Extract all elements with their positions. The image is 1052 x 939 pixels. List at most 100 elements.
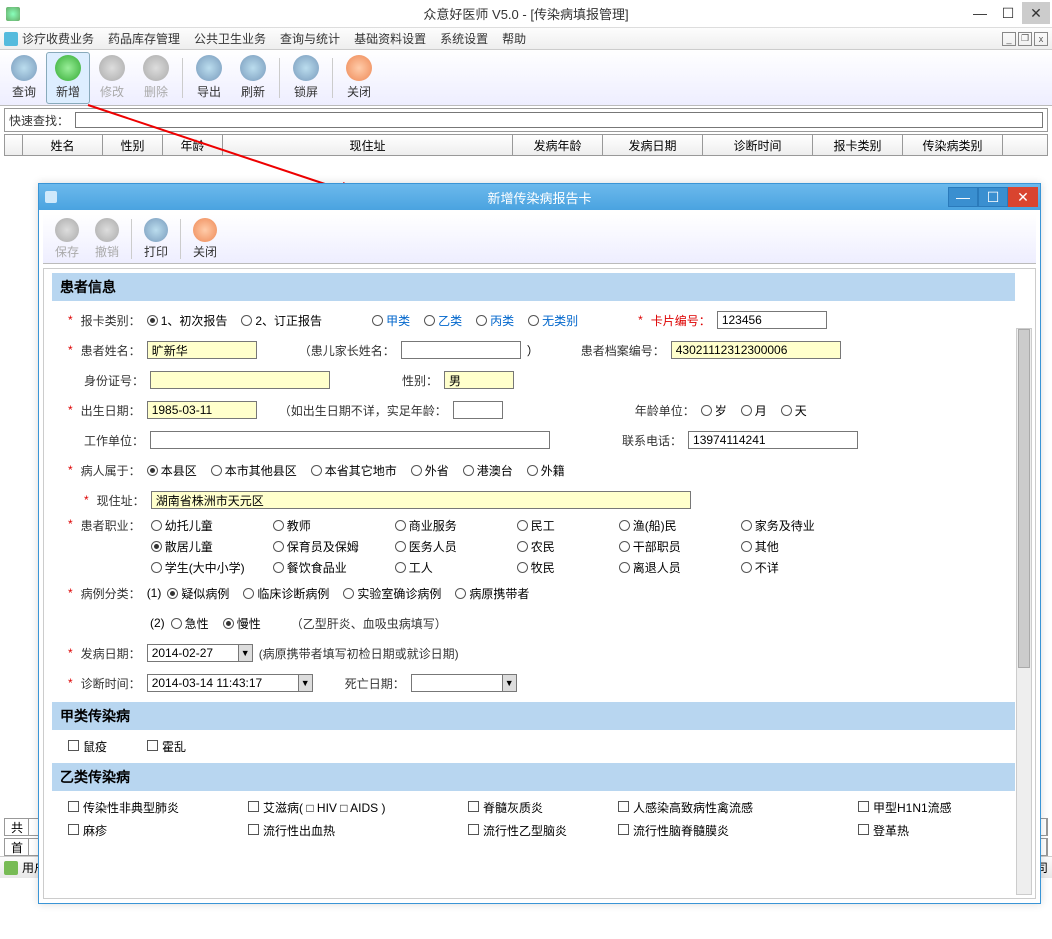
minimize-button[interactable]: — <box>966 2 994 24</box>
death-date-combo[interactable]: ▼ <box>411 674 517 692</box>
file-input[interactable] <box>671 341 841 359</box>
radio-job[interactable]: 离退人员 <box>619 559 721 576</box>
radio-revise-report[interactable]: 2、订正报告 <box>241 312 322 329</box>
chk-yi[interactable]: 流行性出血热 <box>248 822 448 839</box>
radio-cat-b[interactable]: 乙类 <box>424 312 462 329</box>
radio-job[interactable]: 商业服务 <box>395 517 497 534</box>
sex-input[interactable] <box>444 371 514 389</box>
radio-cat-a[interactable]: 甲类 <box>372 312 410 329</box>
radio-month[interactable]: 月 <box>741 402 767 419</box>
toolbar-add-button[interactable]: 新增 <box>46 52 90 104</box>
chk-yi[interactable]: 麻疹 <box>68 822 228 839</box>
radio-job[interactable]: 餐饮食品业 <box>273 559 375 576</box>
radio-job[interactable]: 工人 <box>395 559 497 576</box>
age-input[interactable] <box>453 401 503 419</box>
modal-min-button[interactable]: — <box>948 187 978 207</box>
chk-cholera[interactable]: 霍乱 <box>147 738 186 755</box>
parent-input[interactable] <box>401 341 521 359</box>
quick-search-input[interactable] <box>75 112 1043 128</box>
chk-yi[interactable]: 脊髓灰质炎 <box>468 799 598 816</box>
radio-acute[interactable]: 急性 <box>171 615 209 632</box>
radio-lab[interactable]: 实验室确诊病例 <box>343 585 441 602</box>
radio-local[interactable]: 本县区 <box>147 462 197 479</box>
toolbar-lock-button[interactable]: 锁屏 <box>284 52 328 104</box>
tel-input[interactable] <box>688 431 858 449</box>
menu-item[interactable]: 诊疗收费业务 <box>22 30 94 47</box>
workunit-input[interactable] <box>150 431 550 449</box>
column-header[interactable]: 发病日期 <box>603 135 703 155</box>
column-header[interactable]: 现住址 <box>223 135 513 155</box>
radio-cat-none[interactable]: 无类别 <box>528 312 578 329</box>
radio-day[interactable]: 天 <box>781 402 807 419</box>
radio-job[interactable]: 幼托儿童 <box>151 517 253 534</box>
chk-plague[interactable]: 鼠疫 <box>68 738 107 755</box>
onset-date-combo[interactable]: ▼ <box>147 644 253 662</box>
diag-time-combo[interactable]: ▼ <box>147 674 313 692</box>
column-header[interactable]: 姓名 <box>23 135 103 155</box>
menu-item[interactable]: 帮助 <box>502 30 526 47</box>
column-header[interactable]: 诊断时间 <box>703 135 813 155</box>
radio-chronic[interactable]: 慢性 <box>223 615 261 632</box>
modal-max-button[interactable]: ☐ <box>978 187 1008 207</box>
card-no-input[interactable] <box>717 311 827 329</box>
modal-save-button[interactable]: 保存 <box>47 216 87 262</box>
chk-yi[interactable]: 人感染高致病性禽流感 <box>618 799 838 816</box>
menu-item[interactable]: 基础资料设置 <box>354 30 426 47</box>
modal-mclose-button[interactable]: 关闭 <box>185 216 225 262</box>
radio-job[interactable]: 渔(船)民 <box>619 517 721 534</box>
radio-other-prov[interactable]: 外省 <box>411 462 449 479</box>
modal-scroll[interactable]: 患者信息 *报卡类别： 1、初次报告 2、订正报告 甲类 乙类 丙类 无类别 *… <box>43 268 1036 899</box>
radio-clinical[interactable]: 临床诊断病例 <box>243 585 329 602</box>
menu-item[interactable]: 查询与统计 <box>280 30 340 47</box>
mdi-min-icon[interactable]: _ <box>1002 32 1016 46</box>
column-header[interactable]: 传染病类别 <box>903 135 1003 155</box>
radio-job[interactable]: 农民 <box>517 538 599 555</box>
menu-item[interactable]: 药品库存管理 <box>108 30 180 47</box>
modal-scrollbar[interactable] <box>1016 328 1032 895</box>
radio-city[interactable]: 本市其他县区 <box>211 462 297 479</box>
chk-yi[interactable]: 传染性非典型肺炎 <box>68 799 228 816</box>
chk-yi[interactable]: 流行性脑脊髓膜炎 <box>618 822 838 839</box>
id-input[interactable] <box>150 371 330 389</box>
menu-item[interactable]: 系统设置 <box>440 30 488 47</box>
column-header[interactable]: 年龄 <box>163 135 223 155</box>
close-button[interactable]: ✕ <box>1022 2 1050 24</box>
addr-input[interactable] <box>151 491 691 509</box>
modal-print-button[interactable]: 打印 <box>136 216 176 262</box>
radio-job[interactable]: 教师 <box>273 517 375 534</box>
radio-suspect[interactable]: 疑似病例 <box>167 585 229 602</box>
column-header[interactable]: 性别 <box>103 135 163 155</box>
toolbar-edit-button[interactable]: 修改 <box>90 52 134 104</box>
radio-job[interactable]: 家务及待业 <box>741 517 843 534</box>
birth-input[interactable] <box>147 401 257 419</box>
column-header[interactable]: 报卡类别 <box>813 135 903 155</box>
chk-yi[interactable]: 艾滋病( □ HIV □ AIDS ) <box>248 799 448 816</box>
modal-close-button[interactable]: ✕ <box>1008 187 1038 207</box>
toolbar-export-button[interactable]: 导出 <box>187 52 231 104</box>
mdi-restore-icon[interactable]: ❐ <box>1018 32 1032 46</box>
radio-job[interactable]: 牧民 <box>517 559 599 576</box>
maximize-button[interactable]: ☐ <box>994 2 1022 24</box>
toolbar-search-button[interactable]: 查询 <box>2 52 46 104</box>
toolbar-close-button[interactable]: 关闭 <box>337 52 381 104</box>
radio-job[interactable]: 散居儿童 <box>151 538 253 555</box>
radio-job[interactable]: 不详 <box>741 559 843 576</box>
toolbar-refresh-button[interactable]: 刷新 <box>231 52 275 104</box>
radio-hk[interactable]: 港澳台 <box>463 462 513 479</box>
radio-cat-c[interactable]: 丙类 <box>476 312 514 329</box>
column-header[interactable]: 发病年龄 <box>513 135 603 155</box>
menu-item[interactable]: 公共卫生业务 <box>194 30 266 47</box>
radio-foreign[interactable]: 外籍 <box>527 462 565 479</box>
mdi-close-icon[interactable]: x <box>1034 32 1048 46</box>
chk-yi[interactable]: 甲型H1N1流感 <box>858 799 998 816</box>
radio-job[interactable]: 保育员及保姆 <box>273 538 375 555</box>
radio-carrier[interactable]: 病原携带者 <box>455 585 529 602</box>
radio-year[interactable]: 岁 <box>701 402 727 419</box>
radio-job[interactable]: 干部职员 <box>619 538 721 555</box>
chk-yi[interactable]: 流行性乙型脑炎 <box>468 822 598 839</box>
chk-yi[interactable]: 登革热 <box>858 822 998 839</box>
toolbar-del-button[interactable]: 删除 <box>134 52 178 104</box>
radio-job[interactable]: 学生(大中小学) <box>151 559 253 576</box>
modal-undo-button[interactable]: 撤销 <box>87 216 127 262</box>
radio-first-report[interactable]: 1、初次报告 <box>147 312 228 329</box>
